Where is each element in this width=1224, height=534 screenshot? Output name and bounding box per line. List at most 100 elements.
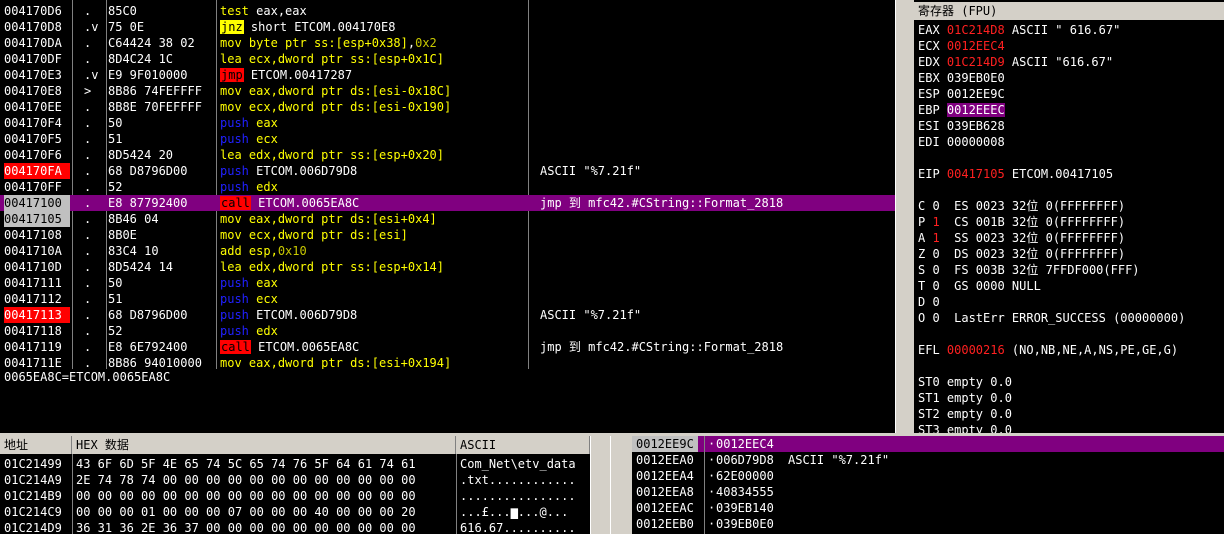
instruction-text[interactable]: mov ecx,dword ptr ds:[esi]: [220, 227, 530, 243]
instruction-address[interactable]: 004170E3: [4, 67, 70, 83]
register-line[interactable]: A 1 SS 0023 32位 0(FFFFFFFF): [918, 230, 1125, 246]
instruction-address[interactable]: 004170FF: [4, 179, 70, 195]
register-line[interactable]: EIP 00417105 ETCOM.00417105: [918, 166, 1113, 182]
instruction-text[interactable]: test eax,eax: [220, 3, 530, 19]
disasm-row[interactable]: 00417112. 51 push ecx: [0, 291, 895, 307]
dump-ascii[interactable]: ...£...▆...@...: [460, 504, 568, 520]
disasm-row[interactable]: 004170DF. 8D4C24 1C lea ecx,dword ptr ss:[…: [0, 51, 895, 67]
register-line[interactable]: ST2 empty 0.0: [918, 406, 1012, 422]
instruction-address[interactable]: 0041710D: [4, 259, 70, 275]
instruction-address[interactable]: 004170EE: [4, 99, 70, 115]
dump-ascii[interactable]: 616.67..........: [460, 520, 576, 534]
register-line[interactable]: D 0: [918, 294, 940, 310]
disasm-row[interactable]: 00417113. 68 D8796D00 push ETCOM.006D79D8 A…: [0, 307, 895, 323]
instruction-address[interactable]: 004170F6: [4, 147, 70, 163]
instruction-address[interactable]: 00417111: [4, 275, 70, 291]
disasm-row[interactable]: 00417100. E8 87792400 call ETCOM.0065EA8C j…: [0, 195, 895, 211]
register-line[interactable]: EBP 0012EEEC: [918, 102, 1005, 118]
disasm-row[interactable]: 0041710A. 83C4 10 add esp,0x10: [0, 243, 895, 259]
register-line[interactable]: EBX 039EB0E0: [918, 70, 1005, 86]
instruction-address[interactable]: 004170D8: [4, 19, 70, 35]
disasm-row[interactable]: 00417111. 50 push eax: [0, 275, 895, 291]
disasm-row[interactable]: 004170F5. 51 push ecx: [0, 131, 895, 147]
dump-ascii[interactable]: .txt............: [460, 472, 576, 488]
stack-row[interactable]: 0012EEA0 · 006D79D8 ASCII "%7.21f": [632, 452, 1224, 468]
stack-row[interactable]: 0012EEA8 · 40834555: [632, 484, 1224, 500]
dump-ascii[interactable]: Com_Net\etv_data: [460, 456, 576, 472]
dump-address[interactable]: 01C21499: [4, 456, 62, 472]
stack-value[interactable]: 40834555: [716, 484, 774, 500]
register-line[interactable]: S 0 FS 003B 32位 7FFDF000(FFF): [918, 262, 1140, 278]
disasm-row[interactable]: 0041711E. 8B86 94010000 mov eax,dword ptr …: [0, 355, 895, 369]
disasm-row[interactable]: 004170D6. 85C0 test eax,eax: [0, 3, 895, 19]
disasm-row[interactable]: 00417118. 52 push edx: [0, 323, 895, 339]
stack-row[interactable]: 0012EEAC · 039EB140: [632, 500, 1224, 516]
instruction-address[interactable]: 004170DF: [4, 51, 70, 67]
stack-address[interactable]: 0012EEAC: [632, 500, 698, 516]
stack-address[interactable]: 0012EEA0: [632, 452, 698, 468]
register-line[interactable]: ESI 039EB628: [918, 118, 1005, 134]
disasm-row[interactable]: 00417119. E8 6E792400 call ETCOM.0065EA8C j…: [0, 339, 895, 355]
disasm-row[interactable]: 00417105. 8B46 04 mov eax,dword ptr ds:[es…: [0, 211, 895, 227]
stack-value[interactable]: 0012EEC4: [716, 436, 774, 452]
instruction-address[interactable]: 00417100: [4, 195, 70, 211]
register-line[interactable]: ESP 0012EE9C: [918, 86, 1005, 102]
instruction-address[interactable]: 004170F5: [4, 131, 70, 147]
instruction-address[interactable]: 00417108: [4, 227, 70, 243]
register-line[interactable]: ST3 empty 0.0: [918, 422, 1012, 433]
instruction-address[interactable]: 00417119: [4, 339, 70, 355]
disasm-row[interactable]: 004170F4. 50 push eax: [0, 115, 895, 131]
instruction-text[interactable]: jnz short ETCOM.004170E8: [220, 19, 530, 35]
instruction-text[interactable]: add esp,0x10: [220, 243, 530, 259]
register-line[interactable]: EAX 01C214D8 ASCII " 616.67": [918, 22, 1120, 38]
register-line[interactable]: P 1 CS 001B 32位 0(FFFFFFFF): [918, 214, 1125, 230]
instruction-text[interactable]: push ecx: [220, 291, 530, 307]
instruction-text[interactable]: call ETCOM.0065EA8C: [220, 339, 530, 355]
instruction-text[interactable]: push ETCOM.006D79D8: [220, 163, 530, 179]
instruction-text[interactable]: call ETCOM.0065EA8C: [220, 195, 530, 211]
register-line[interactable]: EFL 00000216 (NO,NB,NE,A,NS,PE,GE,G): [918, 342, 1178, 358]
disasm-row[interactable]: 0041710D. 8D5424 14 lea edx,dword ptr ss:[…: [0, 259, 895, 275]
register-line[interactable]: EDX 01C214D9 ASCII "616.67": [918, 54, 1113, 70]
instruction-address[interactable]: 004170E8: [4, 83, 70, 99]
stack-value[interactable]: 039EB0E0: [716, 516, 774, 532]
dump-hex[interactable]: 36 31 36 2E 36 37 00 00 00 00 00 00 00 0…: [76, 520, 416, 534]
disassembly-pane[interactable]: 004170D6. 85C0 test eax,eax 004170D8 .v 75 0E…: [0, 0, 895, 369]
instruction-text[interactable]: push ecx: [220, 131, 530, 147]
instruction-address[interactable]: 004170F4: [4, 115, 70, 131]
dump-ascii[interactable]: ................: [460, 488, 576, 504]
dump-address[interactable]: 01C214A9: [4, 472, 62, 488]
dump-hex[interactable]: 43 6F 6D 5F 4E 65 74 5C 65 74 76 5F 64 6…: [76, 456, 416, 472]
instruction-text[interactable]: push ETCOM.006D79D8: [220, 307, 530, 323]
disasm-row[interactable]: 004170FA. 68 D8796D00 push ETCOM.006D79D8 A…: [0, 163, 895, 179]
instruction-address[interactable]: 00417112: [4, 291, 70, 307]
stack-pane[interactable]: 0012EE9C · 0012EEC4 0012EEA0 · 006D79D8 ASCII …: [632, 436, 1224, 534]
register-line[interactable]: ST1 empty 0.0: [918, 390, 1012, 406]
instruction-text[interactable]: jmp ETCOM.00417287: [220, 67, 530, 83]
instruction-text[interactable]: mov byte ptr ss:[esp+0x38],0x2: [220, 35, 530, 51]
instruction-text[interactable]: mov eax,dword ptr ds:[esi+0x194]: [220, 355, 530, 369]
instruction-text[interactable]: lea edx,dword ptr ss:[esp+0x20]: [220, 147, 530, 163]
disasm-row[interactable]: 004170DA. C64424 38 02 mov byte ptr ss:[es…: [0, 35, 895, 51]
stack-value[interactable]: 62E00000: [716, 468, 774, 484]
instruction-text[interactable]: push eax: [220, 275, 530, 291]
dump-address[interactable]: 01C214B9: [4, 488, 62, 504]
register-line[interactable]: T 0 GS 0000 NULL: [918, 278, 1041, 294]
dump-header-address[interactable]: 地址: [0, 436, 72, 454]
dump-header-ascii[interactable]: ASCII: [456, 436, 590, 454]
instruction-address[interactable]: 004170DA: [4, 35, 70, 51]
register-line[interactable]: EDI 00000008: [918, 134, 1005, 150]
stack-row[interactable]: 0012EEA4 · 62E00000: [632, 468, 1224, 484]
instruction-text[interactable]: lea ecx,dword ptr ss:[esp+0x1C]: [220, 51, 530, 67]
stack-value[interactable]: 039EB140: [716, 500, 774, 516]
disasm-row[interactable]: 004170EE. 8B8E 70FEFFFF mov ecx,dword ptr …: [0, 99, 895, 115]
instruction-text[interactable]: push eax: [220, 115, 530, 131]
instruction-text[interactable]: mov ecx,dword ptr ds:[esi-0x190]: [220, 99, 530, 115]
disasm-row[interactable]: 004170F6. 8D5424 20 lea edx,dword ptr ss:[…: [0, 147, 895, 163]
registers-pane[interactable]: 寄存器 (FPU) EAX 01C214D8 ASCII " 616.67" EC…: [914, 0, 1224, 433]
stack-row[interactable]: 0012EEB0 · 039EB0E0: [632, 516, 1224, 532]
register-line[interactable]: Z 0 DS 0023 32位 0(FFFFFFFF): [918, 246, 1125, 262]
register-line[interactable]: ECX 0012EEC4: [918, 38, 1005, 54]
stack-row[interactable]: 0012EE9C · 0012EEC4: [632, 436, 1224, 452]
instruction-text[interactable]: push edx: [220, 179, 530, 195]
